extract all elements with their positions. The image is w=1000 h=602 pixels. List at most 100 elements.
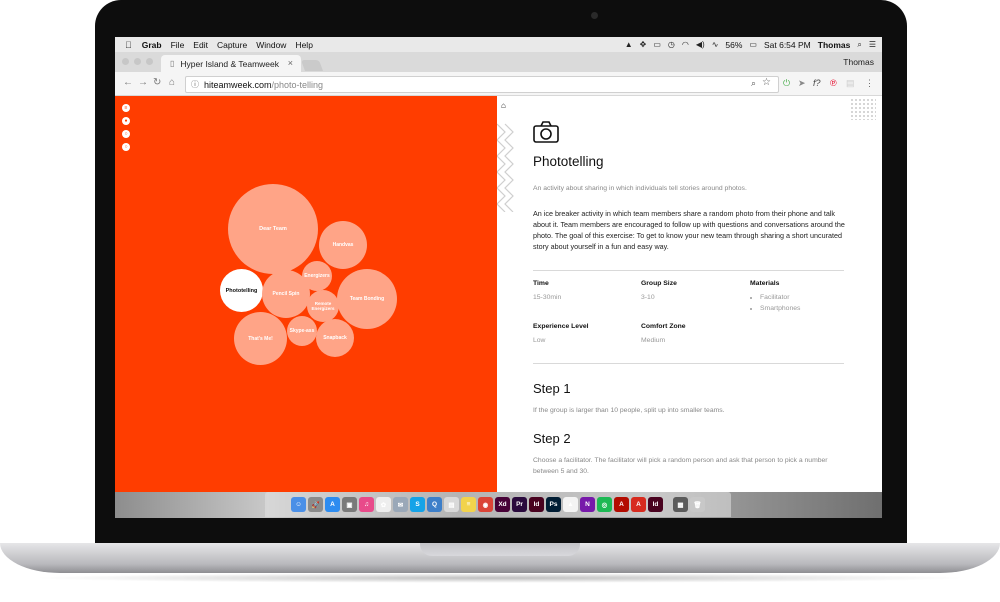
info-view-icon[interactable]: ○	[122, 143, 130, 151]
photos-icon[interactable]: ✿	[376, 497, 391, 512]
bubble-team-bonding[interactable]: Team Bonding	[337, 269, 397, 329]
menu-capture[interactable]: Capture	[217, 40, 247, 50]
home-icon[interactable]: ⌂	[169, 77, 175, 88]
bubble-pencil-spin[interactable]: Pencil Spin	[262, 270, 310, 318]
notification-center-icon[interactable]: ☰	[869, 40, 876, 49]
bubble-view-icon[interactable]: ●	[122, 117, 130, 125]
documents-icon[interactable]: ▤	[444, 497, 459, 512]
material-item: Facilitator	[760, 292, 800, 303]
step-1-title: Step 1	[533, 381, 571, 396]
spotlight-icon[interactable]: ⌕	[857, 40, 861, 50]
bubble-thats-me[interactable]: That's Me!	[234, 312, 287, 365]
comfort-zone-label: Comfort Zone	[641, 323, 686, 330]
view-switcher: ≡ ● ○ ○	[122, 104, 130, 151]
onenote-icon[interactable]: N	[580, 497, 595, 512]
reload-icon[interactable]: ↻	[153, 77, 161, 88]
close-tab-icon[interactable]: ×	[288, 58, 293, 68]
zoom-icon[interactable]: ⌕	[751, 78, 756, 89]
info-icon[interactable]: ⓘ	[191, 79, 199, 90]
bubble-label: Skype-ass	[289, 328, 315, 334]
chrome-icon[interactable]: ◉	[478, 497, 493, 512]
indesign-alt-icon[interactable]: Id	[648, 497, 663, 512]
comfort-zone-value: Medium	[641, 337, 666, 344]
battery-percent[interactable]: 56%	[725, 40, 742, 50]
finder-icon[interactable]: ☺	[291, 497, 306, 512]
preview-icon[interactable]: ▣	[342, 497, 357, 512]
volume-icon[interactable]: ◀)	[696, 40, 705, 49]
zoom-window-button[interactable]	[146, 58, 153, 65]
forward-arrow-icon[interactable]: →	[138, 77, 148, 88]
home-icon[interactable]: ⌂	[501, 101, 506, 110]
mail-icon[interactable]: ✉	[393, 497, 408, 512]
menubar-user[interactable]: Thomas	[818, 40, 851, 50]
close-window-button[interactable]	[122, 58, 129, 65]
spotify-icon[interactable]: ◎	[597, 497, 612, 512]
materials-list: Facilitator Smartphones	[750, 292, 800, 314]
timemachine-icon[interactable]: ◷	[668, 40, 675, 49]
acrobat-reader-icon[interactable]: A	[631, 497, 646, 512]
time-value: 15-30min	[533, 294, 562, 301]
quicktime-icon[interactable]: Q	[427, 497, 442, 512]
list-view-icon[interactable]: ≡	[122, 104, 130, 112]
acrobat-icon[interactable]: A	[614, 497, 629, 512]
bubble-label: Energizers	[304, 273, 330, 279]
bubble-dear-team[interactable]: Dear Team	[228, 184, 318, 274]
zigzag-decoration	[497, 123, 514, 212]
pinterest-icon[interactable]: ℗	[830, 78, 837, 88]
skype-icon[interactable]: S	[410, 497, 425, 512]
browser-menu-icon[interactable]: ⋮	[865, 78, 874, 89]
menu-file[interactable]: File	[171, 40, 185, 50]
group-size-label: Group Size	[641, 280, 677, 287]
apple-menu-icon[interactable]: 	[125, 40, 132, 50]
minimize-window-button[interactable]	[134, 58, 141, 65]
menu-window[interactable]: Window	[256, 40, 286, 50]
bubble-phototelling[interactable]: Phototelling	[220, 269, 263, 312]
extension-green-icon[interactable]: ⏻	[783, 78, 790, 89]
notes-icon[interactable]: ≡	[461, 497, 476, 512]
divider	[533, 363, 844, 364]
activity-icon[interactable]: ∿	[712, 40, 719, 49]
screen-mirroring-icon[interactable]: ▭	[653, 40, 661, 49]
app-store-icon[interactable]: A	[325, 497, 340, 512]
trash-icon[interactable]: 🗑	[690, 497, 705, 512]
url-path: /photo-telling	[271, 79, 324, 90]
battery-icon[interactable]: ▭	[749, 40, 757, 49]
premiere-icon[interactable]: Pr	[512, 497, 527, 512]
drive-icon[interactable]: ▲	[563, 497, 578, 512]
camera-icon	[533, 121, 559, 143]
extension-arrow-icon[interactable]: ➤	[798, 78, 806, 89]
material-item: Smartphones	[760, 303, 800, 314]
camera-dot	[591, 12, 598, 19]
menu-app-name[interactable]: Grab	[142, 40, 162, 50]
launchpad-icon[interactable]: 🚀	[308, 497, 323, 512]
menubar-clock[interactable]: Sat 6:54 PM	[764, 40, 811, 50]
browser-toolbar: ← → ↻ ⌂ ⓘ hiteamweek.com/photo-telling ⌕…	[115, 72, 882, 96]
photoshop-icon[interactable]: Ps	[546, 497, 561, 512]
address-bar[interactable]: ⓘ hiteamweek.com/photo-telling ⌕ ☆	[185, 76, 779, 93]
tab-hiteamweek[interactable]: ▯ Hyper Island & Teamweek ×	[161, 55, 301, 72]
bookmark-star-icon[interactable]: ☆	[762, 77, 771, 88]
wifi-icon[interactable]: ◠	[682, 40, 689, 49]
dropbox-icon[interactable]: ✥	[640, 40, 647, 49]
laptop-shadow	[30, 573, 970, 583]
new-tab-button[interactable]	[300, 60, 324, 71]
folder-icon[interactable]: ▦	[673, 497, 688, 512]
profile-name[interactable]: Thomas	[843, 57, 874, 67]
screen:  Grab File Edit Capture Window Help ▲ ✥…	[115, 37, 882, 518]
bubble-skype-ass[interactable]: Skype-ass	[287, 316, 317, 346]
bubble-remote-energizers[interactable]: Remote Energizers	[307, 290, 339, 322]
bubble-snapback[interactable]: Snapback	[316, 319, 354, 357]
xd-icon[interactable]: Xd	[495, 497, 510, 512]
extension-function-icon[interactable]: f?	[813, 78, 821, 88]
activity-map-panel: ≡ ● ○ ○ Dear Team Handvas Energizers Pho…	[115, 96, 497, 518]
menu-edit[interactable]: Edit	[193, 40, 208, 50]
back-arrow-icon[interactable]: ←	[123, 77, 133, 88]
menu-help[interactable]: Help	[295, 40, 312, 50]
mac-dock: ☺ 🚀 A ▣ ♫ ✿ ✉ S Q ▤ ≡ ◉ Xd Pr Id Ps ▲ N ◎ A A Id ▦ 🗑	[265, 492, 731, 517]
itunes-icon[interactable]: ♫	[359, 497, 374, 512]
drive-status-icon[interactable]: ▲	[625, 40, 633, 49]
bubble-handvas[interactable]: Handvas	[319, 221, 367, 269]
extension-grey-icon[interactable]: ▤	[846, 78, 855, 89]
indesign-icon[interactable]: Id	[529, 497, 544, 512]
settings-view-icon[interactable]: ○	[122, 130, 130, 138]
